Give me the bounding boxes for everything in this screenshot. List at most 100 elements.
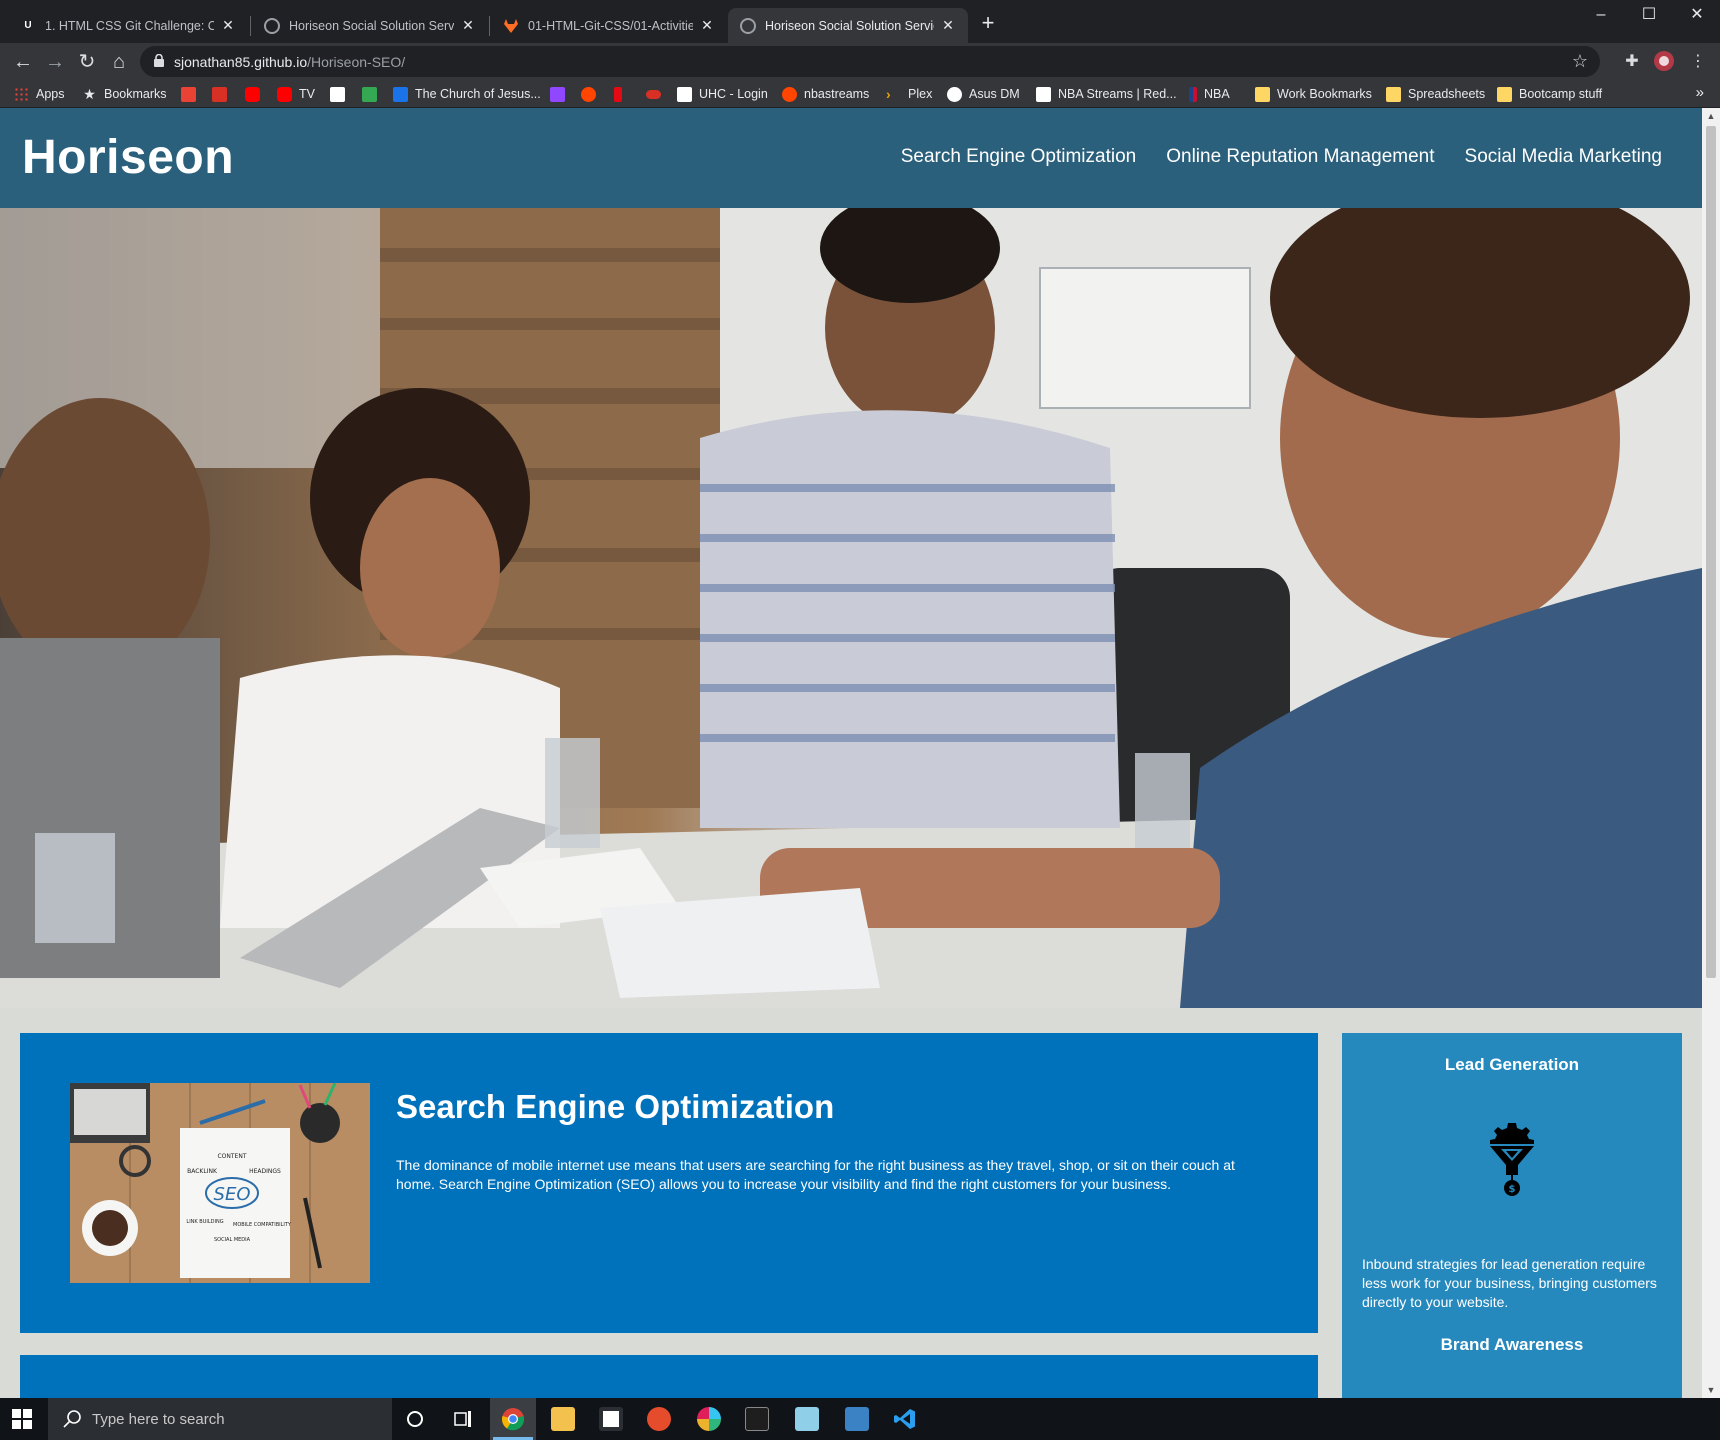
seo-image-word: SOCIAL MEDIA bbox=[214, 1237, 251, 1243]
site-logo[interactable]: Horiseon bbox=[22, 130, 234, 185]
seo-image-word: LINK BUILDING bbox=[186, 1219, 223, 1225]
slack-icon[interactable] bbox=[686, 1398, 732, 1440]
seo-section: SEO CONTENT BACKLINK HEADINGS LINK BUILD… bbox=[20, 1033, 1318, 1333]
avatar[interactable] bbox=[1652, 50, 1676, 74]
forward-icon[interactable]: → bbox=[42, 49, 68, 75]
tab-strip: U 1. HTML CSS Git Challenge: Code ✕ Hori… bbox=[0, 0, 1720, 43]
bookmark-bookmarks[interactable]: ★ Bookmarks bbox=[82, 84, 167, 104]
uhc-icon bbox=[677, 86, 692, 102]
bookmark-folder-work[interactable]: Work Bookmarks bbox=[1255, 84, 1372, 104]
bookmark-youtube[interactable] bbox=[245, 84, 260, 104]
bookmark-label: Plex bbox=[908, 87, 933, 101]
nav-link-reputation[interactable]: Online Reputation Management bbox=[1166, 146, 1434, 168]
terminal-icon[interactable] bbox=[734, 1398, 780, 1440]
tab-gitlab-activities[interactable]: 01-HTML-Git-CSS/01-Activities/0 ✕ bbox=[491, 8, 727, 43]
bookmark-twitch[interactable] bbox=[550, 84, 565, 104]
chrome-taskbar-button[interactable] bbox=[490, 1398, 536, 1440]
menu-kebab-icon[interactable]: ⋮ bbox=[1686, 50, 1710, 74]
tab-html-css-challenge[interactable]: U 1. HTML CSS Git Challenge: Code ✕ bbox=[8, 8, 248, 43]
close-tab-icon[interactable]: ✕ bbox=[460, 17, 476, 34]
close-tab-icon[interactable]: ✕ bbox=[699, 17, 715, 34]
tab-horiseon-active[interactable]: Horiseon Social Solution Services ✕ bbox=[728, 8, 968, 43]
benefits-sidebar: Lead Generation $ Inbound strategies for… bbox=[1342, 1033, 1682, 1398]
back-icon[interactable]: ← bbox=[10, 49, 36, 75]
page-scrollbar[interactable]: ▲ ▼ bbox=[1702, 108, 1720, 1398]
bookmark-gmail[interactable] bbox=[181, 84, 196, 104]
notepad-icon[interactable] bbox=[784, 1398, 830, 1440]
scrollbar-thumb[interactable] bbox=[1706, 126, 1716, 978]
taskbar-search[interactable]: Type here to search bbox=[48, 1398, 392, 1440]
bookmark-amazon[interactable] bbox=[330, 84, 345, 104]
close-tab-icon[interactable]: ✕ bbox=[220, 17, 236, 34]
new-tab-button[interactable]: + bbox=[976, 12, 1000, 36]
scroll-down-icon[interactable]: ▼ bbox=[1702, 1382, 1720, 1398]
bookmark-nba-streams-reddit[interactable]: NBA Streams | Red... bbox=[1036, 84, 1177, 104]
bookmark-star-icon[interactable]: ☆ bbox=[1572, 51, 1588, 72]
bookmark-asus[interactable]: Asus DM bbox=[947, 84, 1020, 104]
plex-icon: › bbox=[886, 85, 891, 102]
bookmark-cloud[interactable] bbox=[646, 84, 661, 104]
close-tab-icon[interactable]: ✕ bbox=[940, 17, 956, 34]
cloud-red-icon bbox=[646, 89, 661, 99]
address-bar[interactable]: sjonathan85.github.io/Horiseon-SEO/ ☆ bbox=[140, 46, 1600, 77]
reload-icon[interactable]: ↻ bbox=[74, 49, 100, 75]
church-icon bbox=[393, 86, 408, 102]
extensions-icon[interactable]: ✚ bbox=[1620, 50, 1644, 74]
minimize-icon[interactable]: – bbox=[1578, 0, 1624, 30]
bookmark-uhc[interactable]: UHC - Login bbox=[677, 84, 768, 104]
folder-icon bbox=[1255, 86, 1270, 102]
bookmark-apps[interactable]: Apps bbox=[14, 84, 65, 104]
seo-image-word: BACKLINK bbox=[187, 1168, 218, 1175]
cortana-icon[interactable] bbox=[392, 1398, 438, 1440]
bookmark-label: The Church of Jesus... bbox=[415, 87, 541, 101]
nav-link-seo[interactable]: Search Engine Optimization bbox=[901, 146, 1137, 168]
lock-icon bbox=[154, 54, 164, 67]
git-icon[interactable] bbox=[636, 1398, 682, 1440]
green-bookmark-icon bbox=[362, 86, 377, 102]
bookmark-reddit[interactable] bbox=[581, 84, 596, 104]
tab-title: 01-HTML-Git-CSS/01-Activities/0 bbox=[528, 18, 693, 33]
nba-icon bbox=[1189, 86, 1197, 102]
bookmark-red[interactable] bbox=[212, 84, 227, 104]
main-nav: Search Engine Optimization Online Reputa… bbox=[871, 146, 1662, 168]
team-meeting-photo bbox=[0, 208, 1702, 1008]
bookmark-nbastreams[interactable]: nbastreams bbox=[782, 84, 869, 104]
bookmark-label: TV bbox=[299, 87, 315, 101]
bookmark-red-icon bbox=[212, 86, 227, 102]
bookmark-label: Apps bbox=[36, 87, 65, 101]
url-text: sjonathan85.github.io/Horiseon-SEO/ bbox=[174, 54, 405, 70]
more-bookmarks-icon[interactable]: » bbox=[1696, 84, 1704, 101]
next-section bbox=[20, 1355, 1318, 1398]
windows-start-icon[interactable] bbox=[12, 1409, 32, 1429]
nav-link-social-media[interactable]: Social Media Marketing bbox=[1465, 146, 1662, 168]
bookmark-label: NBA bbox=[1204, 87, 1230, 101]
photos-icon[interactable] bbox=[834, 1398, 880, 1440]
bookmark-plex[interactable]: › Plex bbox=[886, 84, 932, 104]
bookmark-label: UHC - Login bbox=[699, 87, 768, 101]
close-window-icon[interactable]: ✕ bbox=[1674, 0, 1720, 30]
bookmark-green[interactable] bbox=[362, 84, 377, 104]
bookmark-nba[interactable]: NBA bbox=[1189, 84, 1230, 104]
store-icon[interactable] bbox=[588, 1398, 634, 1440]
gitlab-icon bbox=[503, 18, 519, 34]
vscode-icon[interactable] bbox=[882, 1398, 928, 1440]
bookmark-label: Work Bookmarks bbox=[1277, 87, 1372, 101]
tab-horiseon-1[interactable]: Horiseon Social Solution Services ✕ bbox=[252, 8, 488, 43]
bookmark-folder-spreadsheets[interactable]: Spreadsheets bbox=[1386, 84, 1485, 104]
task-view-icon[interactable] bbox=[440, 1398, 486, 1440]
seo-text: The dominance of mobile internet use mea… bbox=[396, 1157, 1235, 1192]
scroll-up-icon[interactable]: ▲ bbox=[1702, 108, 1720, 124]
seo-notebook-image: SEO CONTENT BACKLINK HEADINGS LINK BUILD… bbox=[70, 1083, 370, 1283]
bookmark-label: Bookmarks bbox=[104, 87, 167, 101]
bookmark-netflix[interactable] bbox=[614, 84, 622, 104]
bookmark-church[interactable]: The Church of Jesus... bbox=[393, 84, 541, 104]
seo-title: Search Engine Optimization bbox=[396, 1088, 835, 1125]
home-icon[interactable]: ⌂ bbox=[106, 49, 132, 75]
bookmarks-bar: Apps ★ Bookmarks TV The Church of Jesus.… bbox=[0, 80, 1720, 108]
bookmark-label: nbastreams bbox=[804, 87, 870, 101]
bookmark-folder-bootcamp[interactable]: Bootcamp stuff bbox=[1497, 84, 1602, 104]
file-explorer-icon[interactable] bbox=[540, 1398, 586, 1440]
bookmark-tv[interactable]: TV bbox=[277, 84, 315, 104]
browser-toolbar: ← → ↻ ⌂ sjonathan85.github.io/Horiseon-S… bbox=[0, 43, 1720, 80]
maximize-icon[interactable]: ☐ bbox=[1626, 0, 1672, 30]
